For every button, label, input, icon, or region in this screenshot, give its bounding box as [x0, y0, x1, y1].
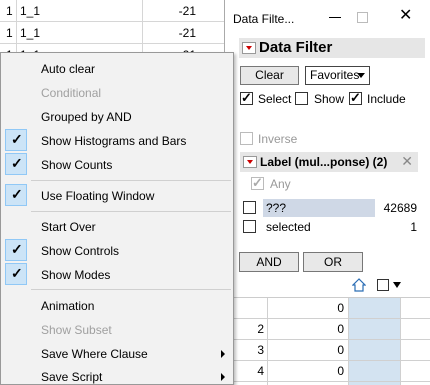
menu-item-show-subset[interactable]: Show Subset	[41, 323, 112, 337]
column-filter-header: Label (mul...ponse) (2) ✕	[240, 152, 418, 172]
menu-item-save-script[interactable]: Save Script	[41, 370, 102, 384]
table-row[interactable]: 0	[234, 298, 430, 319]
data-filter-window: Data Filte... ✕ Data Filter Clear Favori…	[224, 0, 430, 272]
data-filter-title: Data Filter	[259, 39, 333, 56]
row-number: 2	[257, 322, 264, 336]
column-filter-title: Label (mul...ponse) (2)	[260, 155, 388, 169]
column-divider	[16, 0, 17, 52]
value-checkbox[interactable]	[243, 220, 256, 233]
table-cell: 0	[337, 301, 344, 315]
menu-item-start-over[interactable]: Start Over	[41, 220, 96, 234]
table-row[interactable]: 4 0	[234, 361, 430, 382]
maximize-icon[interactable]	[357, 12, 368, 23]
and-button[interactable]: AND	[239, 252, 299, 272]
value-checkbox[interactable]	[243, 201, 256, 214]
menu-item-grouped-by-and[interactable]: Grouped by AND	[41, 110, 132, 124]
table-cell: 1_1	[20, 4, 41, 18]
check-icon	[5, 153, 27, 175]
menu-item-show-controls[interactable]: Show Controls	[41, 244, 119, 258]
menu-item-show-histograms-and-bars[interactable]: Show Histograms and Bars	[41, 134, 186, 148]
value-label[interactable]: ???	[266, 201, 286, 215]
chevron-down-icon[interactable]	[393, 282, 401, 288]
menu-separator	[31, 289, 231, 290]
inverse-checkbox[interactable]	[240, 132, 253, 145]
check-icon	[5, 129, 27, 151]
submenu-arrow-icon	[221, 373, 225, 381]
select-all-checkbox[interactable]	[377, 279, 389, 291]
include-checkbox[interactable]	[349, 90, 362, 106]
value-count: 1	[410, 220, 417, 234]
menu-item-auto-clear[interactable]: Auto clear	[41, 62, 95, 76]
any-checkbox[interactable]	[251, 175, 264, 191]
clear-button[interactable]: Clear	[240, 66, 299, 85]
select-label: Select	[258, 92, 292, 106]
data-grid: 0 2 0 3 0 4 0 5 0	[234, 272, 430, 385]
favorites-dropdown[interactable]: Favorites	[305, 66, 370, 85]
context-menu: Auto clear Conditional Grouped by AND Sh…	[0, 52, 234, 385]
submenu-arrow-icon	[221, 350, 225, 358]
red-triangle-menu-icon[interactable]	[242, 42, 256, 54]
value-label[interactable]: selected	[266, 220, 311, 234]
value-count: 42689	[383, 201, 417, 215]
table-cell: -21	[178, 4, 196, 18]
check-icon	[5, 184, 27, 206]
data-filter-header: Data Filter	[239, 38, 425, 58]
window-titlebar[interactable]: Data Filte... ✕	[225, 0, 430, 36]
inverse-label: Inverse	[258, 132, 298, 146]
table-row[interactable]: 3 0	[234, 340, 430, 361]
menu-item-save-where-clause[interactable]: Save Where Clause	[41, 347, 148, 361]
minimize-icon[interactable]	[329, 17, 341, 18]
close-icon[interactable]: ✕	[399, 8, 412, 24]
check-icon	[5, 263, 27, 285]
table-cell: 0	[337, 364, 344, 378]
row-number: 4	[257, 364, 264, 378]
table-cell: 0	[337, 343, 344, 357]
close-icon[interactable]: ✕	[401, 153, 413, 170]
show-checkbox[interactable]	[295, 92, 308, 105]
show-label: Show	[314, 92, 345, 106]
table-cell: -21	[178, 26, 196, 40]
table-row[interactable]: 1 1_1 -21	[0, 0, 224, 22]
chevron-down-icon	[357, 73, 365, 78]
table-row[interactable]: 2 0	[234, 319, 430, 340]
favorites-label: Favorites	[310, 68, 360, 82]
menu-separator	[31, 211, 231, 212]
row-number: 3	[257, 343, 264, 357]
menu-item-show-modes[interactable]: Show Modes	[41, 268, 110, 282]
table-cell: 0	[337, 322, 344, 336]
red-triangle-menu-icon[interactable]	[243, 156, 257, 168]
select-checkbox[interactable]	[240, 90, 253, 106]
menu-item-conditional[interactable]: Conditional	[41, 86, 101, 100]
table-cell: 1_1	[20, 26, 41, 40]
menu-item-animation[interactable]: Animation	[41, 299, 94, 313]
or-button[interactable]: OR	[303, 252, 363, 272]
table-cell: 1	[6, 4, 13, 18]
any-label: Any	[270, 177, 291, 191]
window-title: Data Filte...	[233, 12, 295, 26]
grid-header	[234, 272, 430, 298]
menu-item-show-counts[interactable]: Show Counts	[41, 158, 112, 172]
menu-separator	[31, 180, 231, 181]
include-label: Include	[367, 92, 406, 106]
menu-item-use-floating-window[interactable]: Use Floating Window	[41, 189, 154, 203]
table-cell: 1	[6, 26, 13, 40]
table-row[interactable]: 1 1_1 -21	[0, 22, 224, 44]
column-divider	[142, 0, 143, 52]
home-icon[interactable]	[352, 278, 366, 292]
check-icon	[5, 239, 27, 261]
